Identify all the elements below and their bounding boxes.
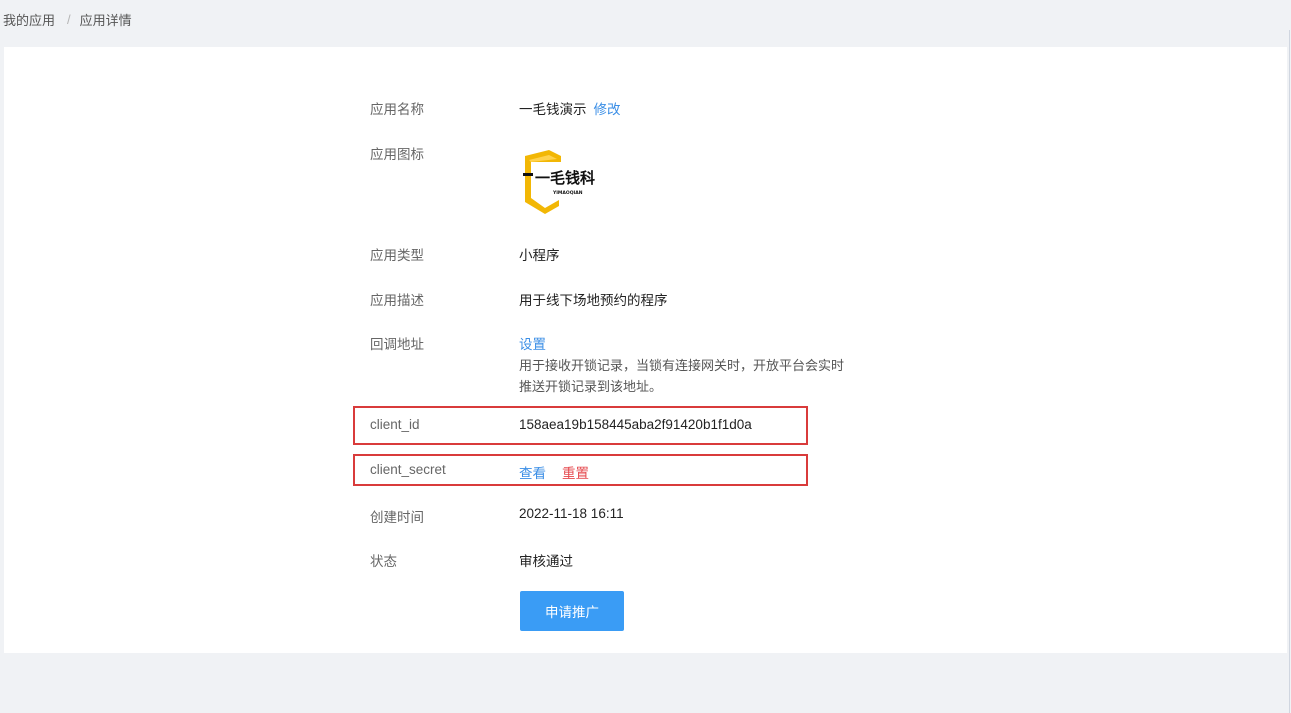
- row-client-secret: client_secret 查看 重置: [370, 462, 589, 482]
- breadcrumb-separator: /: [67, 12, 71, 27]
- app-logo-image: 一毛钱科技 YIMAOQIAN: [523, 150, 611, 214]
- apply-promotion-button[interactable]: 申请推广: [520, 591, 624, 631]
- breadcrumb: 我的应用 / 应用详情: [3, 10, 132, 29]
- app-icon-label: 应用图标: [370, 147, 424, 162]
- view-secret-link[interactable]: 查看: [519, 462, 546, 482]
- row-app-icon: 应用图标 一毛钱科技 YIMAOQIAN: [370, 143, 611, 214]
- row-app-type: 应用类型 小程序: [370, 244, 560, 264]
- client-secret-label: client_secret: [370, 462, 446, 477]
- app-type-label: 应用类型: [370, 248, 424, 263]
- callback-label: 回调地址: [370, 337, 424, 352]
- callback-content: 设置 用于接收开锁记录，当锁有连接网关时，开放平台会实时 推送开锁记录到该地址。: [519, 333, 844, 397]
- row-app-desc: 应用描述 用于线下场地预约的程序: [370, 289, 668, 309]
- logo-subtext: YIMAOQIAN: [552, 190, 583, 196]
- app-desc-label: 应用描述: [370, 293, 424, 308]
- reset-secret-link[interactable]: 重置: [562, 462, 589, 482]
- window-edge: [1289, 30, 1290, 713]
- status-label: 状态: [370, 554, 397, 569]
- row-client-id: client_id 158aea19b158445aba2f91420b1f1d…: [370, 417, 752, 432]
- row-status: 状态 审核通过: [370, 550, 573, 570]
- status-value: 审核通过: [519, 554, 573, 569]
- created-label: 创建时间: [370, 510, 424, 525]
- breadcrumb-my-apps[interactable]: 我的应用: [3, 10, 55, 29]
- logo-text: 一毛钱科技: [535, 169, 595, 187]
- set-callback-link[interactable]: 设置: [519, 333, 844, 353]
- callback-help-line-2: 推送开锁记录到该地址。: [519, 379, 663, 394]
- created-value: 2022-11-18 16:11: [519, 506, 624, 521]
- app-detail-panel: 应用名称 一毛钱演示 修改 应用图标 一毛钱科技 YIMAOQIAN 应用类型 …: [4, 47, 1287, 653]
- app-type-value: 小程序: [519, 248, 560, 263]
- app-desc-value: 用于线下场地预约的程序: [519, 293, 668, 308]
- app-name-value: 一毛钱演示: [519, 102, 587, 117]
- client-id-value: 158aea19b158445aba2f91420b1f1d0a: [519, 417, 752, 432]
- row-app-name: 应用名称 一毛钱演示 修改: [370, 98, 621, 118]
- edit-app-name-link[interactable]: 修改: [594, 98, 621, 118]
- client-id-label: client_id: [370, 417, 420, 432]
- breadcrumb-current: 应用详情: [79, 13, 132, 28]
- row-callback: 回调地址 设置 用于接收开锁记录，当锁有连接网关时，开放平台会实时 推送开锁记录…: [370, 333, 844, 397]
- callback-help-line-1: 用于接收开锁记录，当锁有连接网关时，开放平台会实时: [519, 358, 845, 373]
- app-logo: 一毛钱科技 YIMAOQIAN: [519, 150, 611, 214]
- app-name-label: 应用名称: [370, 102, 424, 117]
- row-created: 创建时间 2022-11-18 16:11: [370, 506, 624, 526]
